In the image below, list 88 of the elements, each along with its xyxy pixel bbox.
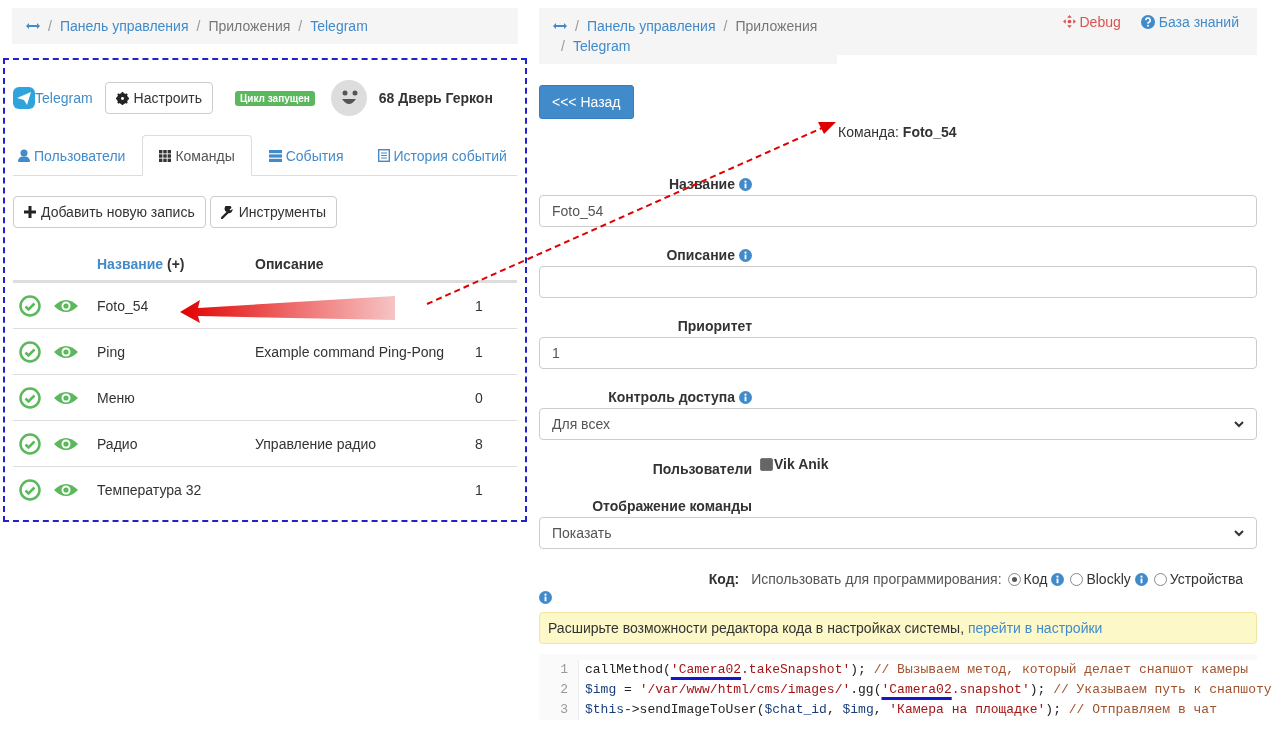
command-description: Example command Ping-Pong — [255, 343, 445, 360]
eye-icon[interactable] — [53, 297, 79, 314]
chevron-icon — [1234, 420, 1244, 428]
eye-icon[interactable] — [53, 389, 79, 406]
column-header-link[interactable]: Название — [97, 256, 164, 272]
breadcrumb-separator: / — [195, 17, 202, 36]
check-circle-icon[interactable] — [19, 340, 41, 363]
radio-button[interactable] — [1007, 572, 1021, 586]
table-cell: 1 — [475, 481, 483, 498]
radio-button[interactable] — [1070, 572, 1084, 586]
plus-icon — [24, 206, 36, 218]
document-icon — [377, 149, 390, 162]
tab[interactable]: Команды — [142, 135, 252, 176]
eye-icon[interactable] — [53, 481, 79, 498]
field-label: Пользователи — [652, 461, 752, 477]
command-name[interactable]: Меню — [97, 389, 135, 406]
add-sort-marker[interactable]: (+) — [167, 256, 185, 272]
list-icon — [268, 149, 282, 162]
code-label: Код: — [708, 571, 740, 587]
tab[interactable]: События — [251, 135, 361, 176]
eye-icon[interactable] — [53, 343, 79, 360]
info-icon[interactable] — [1051, 573, 1065, 586]
command-name[interactable]: Ping — [97, 343, 126, 360]
info-icon[interactable] — [739, 391, 752, 404]
column-header: Описание — [255, 256, 324, 272]
command-name[interactable]: Температура 32 — [97, 481, 202, 498]
field-label: Описание — [666, 247, 752, 263]
checkbox-label[interactable]: Vik Anik — [774, 456, 829, 472]
breadcrumb-separator: / — [574, 17, 580, 36]
breadcrumb-separator: / — [722, 17, 729, 36]
table-cell: 8 — [475, 435, 483, 452]
command-title: Команда: Foto_54 — [838, 124, 958, 140]
breadcrumb-item: Приложения — [208, 17, 291, 36]
select-field[interactable]: Показать — [539, 517, 1257, 549]
check-circle-icon[interactable] — [19, 478, 41, 501]
eye-icon[interactable] — [53, 435, 79, 452]
status-badge: Цикл запущен — [235, 90, 315, 106]
expand-icon[interactable] — [553, 22, 567, 30]
radio-label[interactable]: Устройства — [1169, 571, 1243, 587]
checkbox[interactable] — [760, 457, 773, 471]
tab[interactable]: История событий — [360, 135, 524, 176]
telegram-link[interactable]: Telegram — [13, 87, 93, 109]
info-icon[interactable] — [1134, 573, 1148, 586]
info-icon[interactable] — [739, 249, 752, 262]
toolbar-button[interactable]: Добавить новую запись — [13, 196, 206, 228]
crosshair-icon — [1062, 15, 1076, 28]
info-icon[interactable] — [739, 178, 752, 191]
field-label: Приоритет — [677, 318, 752, 334]
info-icon[interactable] — [539, 591, 552, 604]
radio-label[interactable]: Blockly — [1086, 571, 1148, 587]
toolbar-button[interactable]: Инструменты — [209, 196, 337, 228]
breadcrumb-separator: / — [297, 17, 304, 36]
text-field[interactable]: 1 — [539, 337, 1257, 369]
paper-plane-icon — [13, 87, 35, 109]
help-icon — [1140, 15, 1155, 29]
check-circle-icon[interactable] — [19, 386, 41, 409]
check-circle-icon[interactable] — [19, 432, 41, 455]
table-cell: 1 — [475, 343, 483, 360]
command-description: Управление радио — [255, 435, 377, 452]
tab[interactable]: Пользователи — [13, 135, 143, 176]
breadcrumb-item: Приложения — [735, 17, 818, 36]
code-mode-prompt: Использовать для программирования: — [751, 571, 1002, 587]
radio-label[interactable]: Код — [1023, 571, 1065, 587]
breadcrumb-separator: / — [560, 37, 566, 56]
field-label: Отображение команды — [592, 498, 752, 514]
table-cell: 1 — [475, 297, 483, 314]
settings-notice: Расширьте возможности редактора кода в настройках системы, перейти в настройки — [539, 612, 1257, 644]
select-field[interactable]: Для всех — [539, 408, 1257, 440]
debug-link[interactable]: Debug — [1062, 12, 1121, 55]
table-cell: 0 — [475, 389, 483, 406]
settings-icon — [115, 91, 129, 105]
expand-icon[interactable] — [26, 22, 40, 30]
radio-button[interactable] — [1153, 572, 1167, 586]
avatar-icon — [330, 80, 367, 116]
command-name[interactable]: Радио — [97, 435, 138, 452]
text-field[interactable]: Foto_54 — [539, 195, 1257, 227]
grid-icon — [159, 149, 172, 162]
back-button[interactable]: <<< Назад — [539, 85, 634, 119]
user-icon — [18, 149, 30, 162]
wrench-icon — [220, 205, 234, 219]
device-name: 68 Дверь Геркон — [378, 90, 493, 106]
command-name[interactable]: Foto_54 — [97, 297, 149, 314]
configure-button[interactable]: Настроить — [104, 82, 213, 114]
check-circle-icon[interactable] — [19, 294, 41, 317]
breadcrumb-separator: / — [47, 17, 53, 36]
text-field[interactable] — [539, 266, 1257, 298]
field-label: Контроль доступа — [608, 389, 752, 405]
chevron-icon — [1234, 529, 1244, 537]
